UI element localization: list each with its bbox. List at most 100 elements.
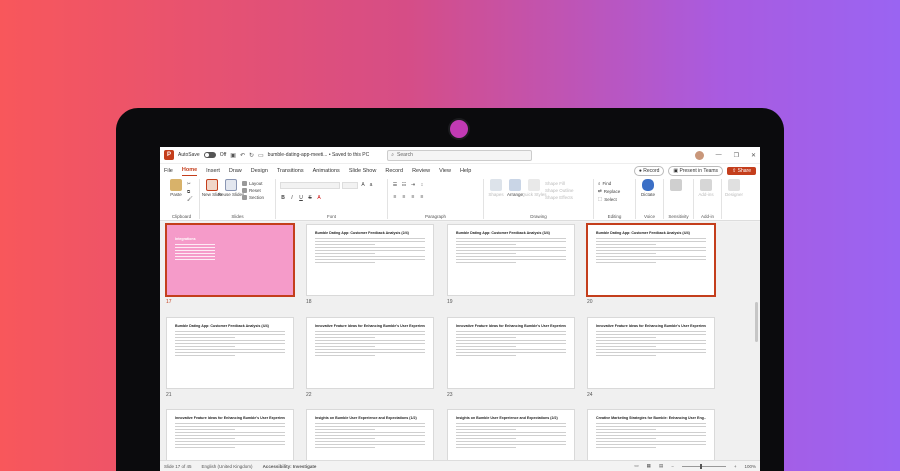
tab-design[interactable]: Design [251,166,268,176]
tab-help[interactable]: Help [460,166,471,176]
autosave-toggle[interactable] [203,152,216,158]
layout-button[interactable]: Layout [242,181,264,186]
bullets-icon[interactable]: ☰ [392,182,398,188]
tab-home[interactable]: Home [181,165,198,176]
slide-text-line [456,262,516,263]
present-icon[interactable]: ▭ [258,152,264,159]
search-input[interactable]: Search [397,152,413,158]
document-title[interactable]: bumble-dating-app-meeti... • Saved to th… [268,152,370,158]
reuse-slides-button[interactable]: Reuse Slides [218,179,244,219]
select-button[interactable]: ⬚ Select [598,196,620,202]
slide-thumbnail[interactable]: Bumble Dating App: Customer Feedback Ana… [166,317,294,389]
restore-icon[interactable]: ❐ [734,152,739,159]
tab-review[interactable]: Review [412,166,430,176]
slide-text-line [315,447,375,448]
designer-button[interactable]: Designer [725,179,743,219]
vertical-scrollbar[interactable] [755,302,758,342]
minimize-icon[interactable]: — [716,152,722,158]
align-left-icon[interactable]: ≡ [392,194,398,200]
font-name-field[interactable] [280,182,340,189]
slide-text-line [315,253,375,254]
tab-file[interactable]: File [164,166,173,176]
increase-font-icon[interactable]: A [360,182,366,189]
align-right-icon[interactable]: ≡ [410,194,416,200]
sensitivity-button[interactable] [668,179,684,219]
tab-transitions[interactable]: Transitions [277,166,304,176]
shape-fill-button[interactable]: Shape Fill [545,181,574,186]
slide-text-line [315,352,425,353]
zoom-in-icon[interactable]: + [734,464,737,469]
tab-draw[interactable]: Draw [229,166,242,176]
tab-view[interactable]: View [439,166,451,176]
font-size-field[interactable] [342,182,358,189]
slide-text-line [175,346,235,347]
indent-icon[interactable]: ⇥ [410,182,416,188]
italic-button[interactable]: I [289,195,295,201]
replace-button[interactable]: ⇄ Replace [598,188,620,194]
arrange-button[interactable]: Arrange [507,179,523,219]
reset-button[interactable]: Reset [242,188,264,193]
save-icon[interactable]: ▣ [230,152,236,159]
tab-record[interactable]: Record [385,166,403,176]
copy-icon[interactable]: ⧉ [187,189,193,194]
normal-view-icon[interactable]: ▭ [634,463,638,469]
tab-animations[interactable]: Animations [313,166,340,176]
decrease-font-icon[interactable]: a [368,182,374,189]
undo-icon[interactable]: ↶ [240,152,245,159]
cut-icon[interactable]: ✂ [187,181,193,187]
strikethrough-button[interactable]: S [307,195,313,201]
addins-button[interactable]: Add-ins [698,179,714,219]
slide-text-line [315,331,425,332]
zoom-out-icon[interactable]: − [671,464,674,469]
align-center-icon[interactable]: ≡ [401,194,407,200]
search-icon: ⌕ [391,152,395,158]
slide-text-line [175,432,285,433]
find-button[interactable]: ⌕ Find [598,181,620,186]
format-painter-icon[interactable]: 🖌 [187,196,193,202]
slide-thumbnail[interactable]: Innovative Feature Ideas for Enhancing B… [587,317,715,389]
slide-thumbnail[interactable]: Innovative Feature Ideas for Enhancing B… [306,317,434,389]
ribbon: Paste ✂ ⧉ 🖌 Clipboard New Slide Reuse Sl… [160,177,760,221]
shape-outline-button[interactable]: Shape Outline [545,188,574,193]
slide-text-line [175,331,285,332]
addin-label: Add-in [700,214,714,219]
bold-button[interactable]: B [280,195,286,201]
dictate-button[interactable]: Dictate [640,179,656,219]
reading-view-icon[interactable]: ▤ [659,463,663,469]
slide-thumbnail[interactable]: Innovative Feature Ideas for Enhancing B… [447,317,575,389]
slide-thumbnail[interactable]: Integrations [165,223,295,297]
numbering-icon[interactable]: ☷ [401,182,407,188]
slide-thumbnail[interactable]: Bumble Dating App: Customer Feedback Ana… [306,224,434,296]
close-icon[interactable]: ✕ [751,152,756,159]
record-button[interactable]: ● Record [633,165,665,176]
tab-insert[interactable]: Insert [206,166,220,176]
sorter-view-icon[interactable]: ▦ [647,463,651,469]
search-box[interactable]: ⌕ Search [387,149,533,161]
section-button[interactable]: Section [242,195,264,200]
redo-icon[interactable]: ↻ [249,152,254,159]
shapes-button[interactable]: Shapes [488,179,504,219]
shape-effects-button[interactable]: Shape Effects [545,195,574,200]
slide-text-line [315,337,375,338]
slide-thumbnail[interactable]: Bumble Dating App: Customer Feedback Ana… [586,223,716,297]
line-spacing-icon[interactable]: ↕ [419,182,425,188]
slide-text-line [175,352,285,353]
zoom-slider[interactable] [681,463,726,469]
justify-icon[interactable]: ≡ [419,194,425,200]
language-indicator[interactable]: English (United Kingdom) [202,464,253,469]
font-color-icon[interactable]: A [316,195,322,201]
slide-text-line [456,340,566,341]
share-button[interactable]: ⇧ Share [727,166,756,175]
avatar[interactable] [694,150,704,160]
zoom-level[interactable]: 100% [744,464,756,469]
quick-styles-button[interactable]: Quick Styles [522,179,547,219]
accessibility-status[interactable]: Accessibility: Investigate [263,464,317,469]
paste-button[interactable]: Paste [168,179,184,219]
slide-text-line [596,429,656,430]
slide-thumbnail[interactable]: Bumble Dating App: Customer Feedback Ana… [447,224,575,296]
underline-button[interactable]: U [298,195,304,201]
tab-slide-show[interactable]: Slide Show [349,166,377,176]
present-in-teams-button[interactable]: ▣ Present in Teams [668,165,724,176]
slide-number: 17 [166,299,172,305]
new-slide-button[interactable]: New Slide [202,179,222,219]
